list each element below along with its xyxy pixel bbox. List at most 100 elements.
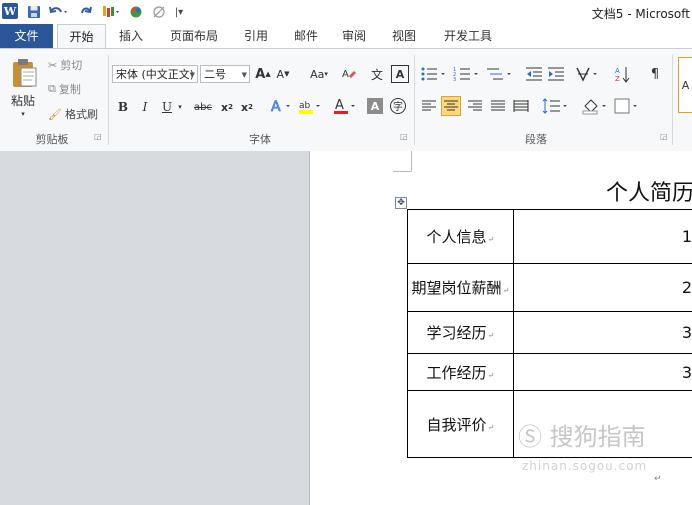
table-cell-value[interactable]: 1 [512,209,692,264]
align-left-button[interactable] [420,97,438,115]
svg-text:Z: Z [615,75,620,83]
justify-button[interactable] [489,97,507,115]
table-row: 工作经历↵ 3 [407,353,692,391]
tab-view[interactable]: 视图 [386,24,422,48]
undo-icon[interactable] [47,3,69,21]
subscript-button[interactable]: x2 [220,99,234,115]
paint-icon[interactable] [100,3,122,21]
shrink-font-button[interactable]: A ▼ [274,65,292,83]
document-workspace: 个人简历 ✥ 个人信息↵ 1 期望岗位薪酬↵ 2 学习经历↵ 3 工作经历↵ 3… [0,151,692,505]
tab-references[interactable]: 引用 [238,24,274,48]
clipboard-launcher-icon[interactable]: ◲ [94,132,102,141]
font-size-value: 二号 [204,68,226,81]
borders-button[interactable] [614,97,642,115]
enclose-characters-button[interactable]: 字 [389,97,407,115]
title-bar: W |▾ 文档5 - Microsoft [0,0,692,25]
format-painter-button[interactable]: 🖌 格式刷 [48,106,98,122]
tab-insert[interactable]: 插入 [112,24,150,48]
tab-page-layout[interactable]: 页面布局 [164,24,224,48]
table-cell-label[interactable]: 期望岗位薪酬↵ [407,263,514,312]
font-group-label: 字体 [249,133,271,146]
bullets-button[interactable] [420,65,450,83]
sogou-watermark: Ⓢ 搜狗指南 [518,423,646,451]
clear-formatting-button[interactable]: A [340,65,358,83]
paragraph-group-label: 段落 [525,133,547,146]
line-spacing-button[interactable] [542,97,570,115]
show-formatting-marks-button[interactable]: ¶ [646,65,664,83]
word-app-icon[interactable]: W [2,3,18,19]
multilevel-list-button[interactable] [486,65,516,83]
italic-button[interactable]: I [138,99,152,115]
tab-home[interactable]: 开始 [57,24,106,49]
watermark-logo-icon: Ⓢ [518,423,542,451]
table-cell-value[interactable]: 2 [512,263,692,312]
resume-title[interactable]: 个人简历 [606,175,692,207]
tab-developer[interactable]: 开发工具 [438,24,498,48]
copy-button[interactable]: ⧉ 复制 [48,81,81,97]
superscript-button[interactable]: x2 [240,99,254,115]
paragraph-launcher-icon[interactable]: ◲ [660,132,668,141]
font-color-button[interactable]: A [333,97,357,115]
tab-mailings[interactable]: 邮件 [288,24,324,48]
table-cell-label[interactable]: 自我评价↵ [407,390,514,458]
svg-text:A: A [615,67,620,75]
decrease-indent-button[interactable] [525,65,543,83]
style-preview-normal[interactable]: A [678,57,692,113]
customize-qat-icon[interactable]: |▾ [173,3,185,21]
align-center-button[interactable] [441,96,461,116]
redo-icon[interactable] [78,3,94,21]
svg-text:3: 3 [453,77,456,82]
grow-font-button[interactable]: A ▲ [254,65,272,83]
font-launcher-icon[interactable]: ◲ [400,132,408,141]
table-cell-label[interactable]: 工作经历↵ [407,353,514,391]
svg-text:A: A [342,69,349,80]
ribbon-home: 粘贴 ▾ ✂ 剪切 ⧉ 复制 🖌 格式刷 剪贴板 ◲ 宋体 (中文正文) ▼ 二… [0,48,692,152]
strikethrough-button[interactable]: abc [192,99,214,115]
text-effects-button[interactable]: A [270,97,292,115]
tab-file[interactable]: 文件 [0,24,53,48]
sort-button[interactable]: AZ [614,65,632,83]
tab-review[interactable]: 审阅 [336,24,372,48]
table-cell-value[interactable]: 3 [512,311,692,354]
phonetic-guide-button[interactable]: 文 [368,65,386,83]
bold-button[interactable]: B [116,99,130,115]
shading-button[interactable] [582,97,610,115]
highlight-button[interactable]: ab [298,97,322,115]
copy-icon: ⧉ [48,82,56,95]
format-painter-label: 格式刷 [64,108,98,121]
table-cell-value[interactable]: 3 [512,353,692,391]
font-name-value: 宋体 (中文正文) [116,68,195,81]
table-cell-label[interactable]: 学习经历↵ [407,311,514,354]
distributed-align-button[interactable] [512,97,530,115]
color-icon[interactable] [128,3,144,21]
svg-text:ab: ab [299,101,311,111]
svg-text:A: A [335,98,344,113]
ribbon-tab-bar: 文件 开始 插入 页面布局 引用 邮件 审阅 视图 开发工具 [0,24,692,49]
chevron-down-icon: ▼ [241,71,247,79]
paste-button-label[interactable]: 粘贴 [6,93,40,108]
table-move-handle-icon[interactable]: ✥ [395,197,407,209]
table-row: 学习经历↵ 3 [407,311,692,354]
save-icon[interactable] [26,3,42,21]
numbering-button[interactable]: 123 [453,65,483,83]
clipboard-group-label: 剪贴板 [35,133,69,146]
document-page[interactable]: 个人简历 ✥ 个人信息↵ 1 期望岗位薪酬↵ 2 学习经历↵ 3 工作经历↵ 3… [309,151,692,505]
character-shading-button[interactable]: A [367,98,383,114]
svg-text:字: 字 [393,100,403,113]
table-cell-label[interactable]: 个人信息↵ [407,209,514,264]
underline-button[interactable]: U [160,99,174,115]
font-size-combo[interactable]: 二号 ▼ [200,65,250,83]
character-border-button[interactable]: A [391,65,409,83]
chinese-layout-button[interactable] [575,65,601,83]
increase-indent-button[interactable] [547,65,565,83]
group-divider [414,55,415,145]
underline-dropdown-icon[interactable]: ▾ [175,99,185,115]
align-right-button[interactable] [466,97,484,115]
cut-button[interactable]: ✂ 剪切 [48,57,82,73]
no-format-icon[interactable] [150,3,168,21]
font-name-combo[interactable]: 宋体 (中文正文) ▼ [112,65,198,83]
paste-icon[interactable] [8,55,40,91]
paste-dropdown-arrow[interactable]: ▾ [16,109,30,119]
scissors-icon: ✂ [48,58,58,72]
change-case-button[interactable]: Aa ▾ [305,65,333,83]
